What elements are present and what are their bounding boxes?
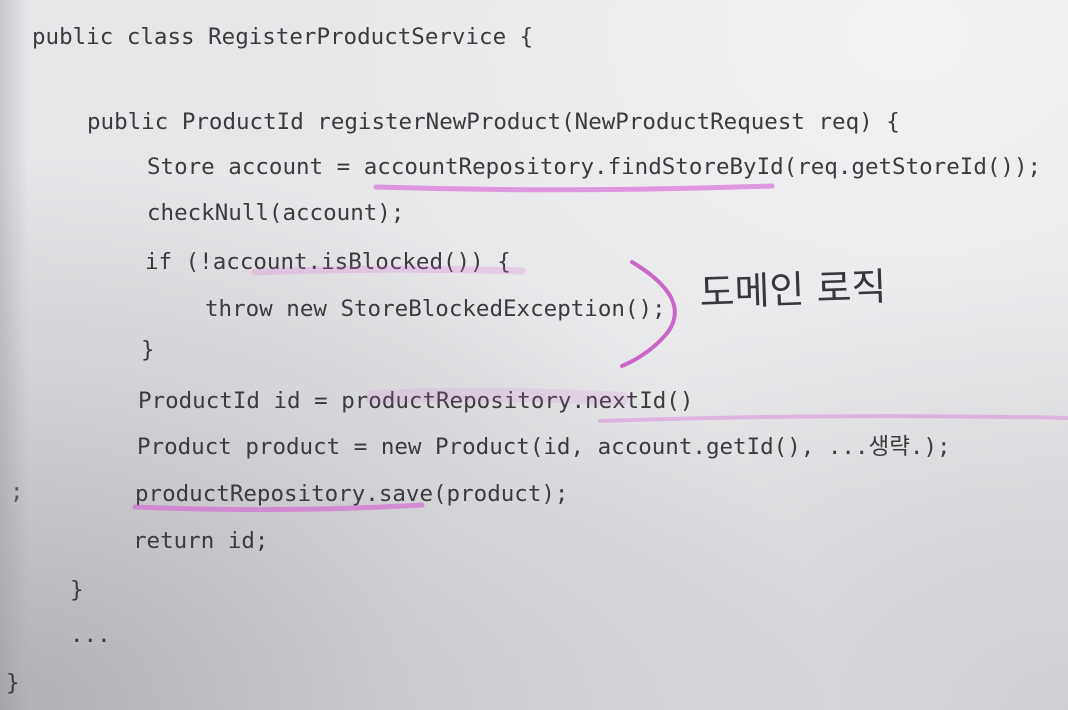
margin-semicolon: ; [10, 479, 24, 505]
class-declaration-line: public class RegisterProductService { [32, 24, 534, 50]
ellipsis-line: ... [70, 622, 111, 648]
find-store-line: Store account = accountRepository.findSt… [147, 154, 1042, 180]
method-signature-line: public ProductId registerNewProduct(NewP… [87, 109, 900, 135]
new-product-line: Product product = new Product(id, accoun… [137, 434, 951, 460]
save-product-line: productRepository.save(product); [135, 481, 569, 507]
method-close-brace: } [70, 577, 84, 603]
check-null-line: checkNull(account); [147, 200, 405, 226]
highlight-long-stroke [598, 414, 1068, 423]
highlight-find-store [373, 183, 775, 193]
book-page: public class RegisterProductService { pu… [0, 0, 1068, 710]
handwritten-note: 도메인 로직 [699, 264, 887, 314]
if-close-brace: } [141, 337, 155, 363]
return-line: return id; [133, 528, 269, 554]
class-close-brace: } [6, 670, 20, 696]
throw-exception-line: throw new StoreBlockedException(); [205, 296, 666, 322]
if-blocked-line: if (!account.isBlocked()) { [145, 249, 511, 275]
next-id-line: ProductId id = productRepository.nextId(… [138, 388, 694, 414]
